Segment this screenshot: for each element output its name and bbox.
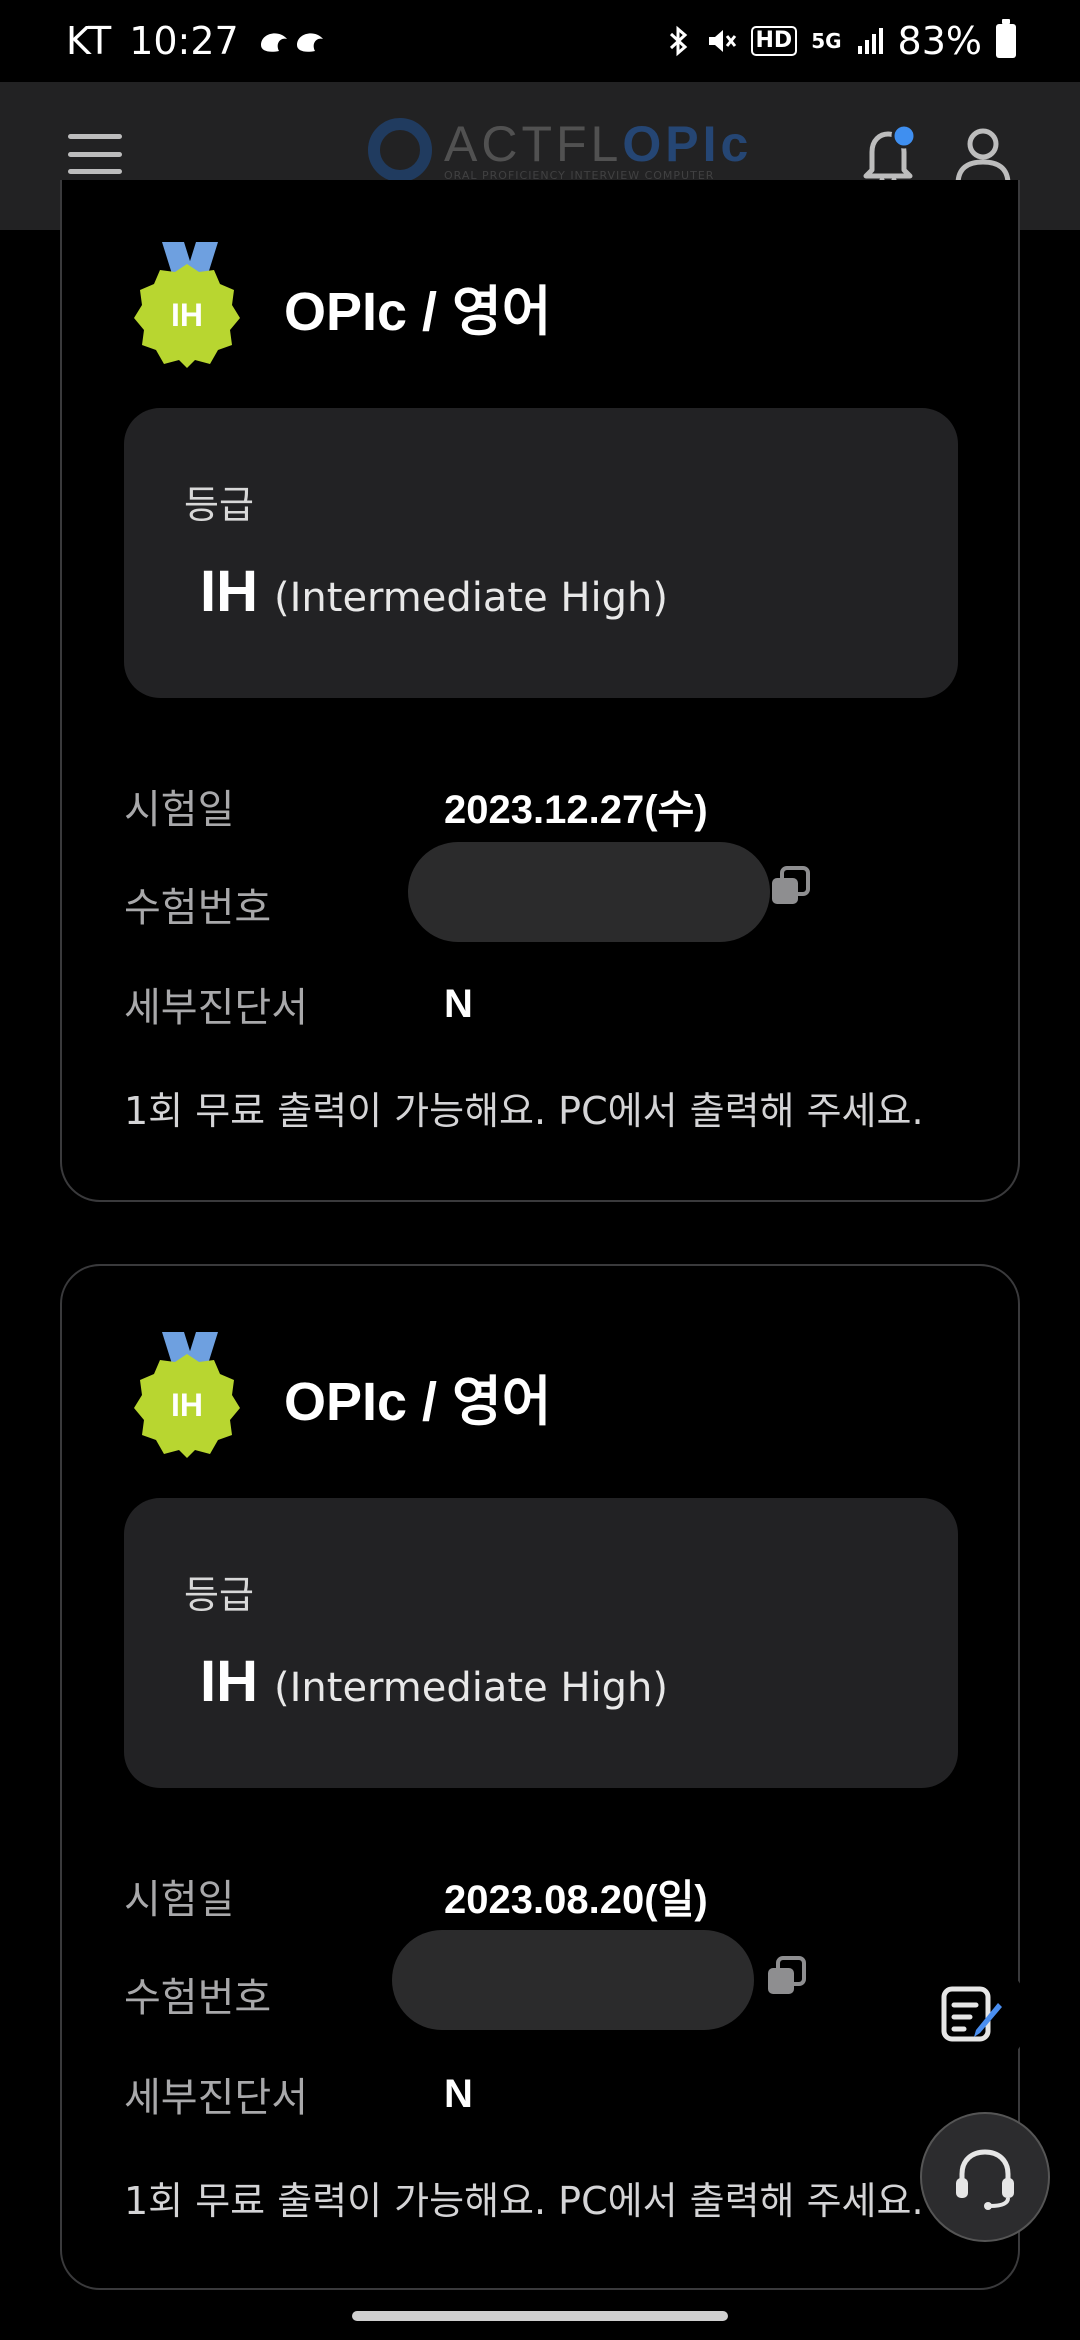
grade-code: IH xyxy=(200,1649,258,1714)
menu-icon-bar xyxy=(68,169,122,174)
print-note: 1회 무료 출력이 가능해요. PC에서 출력해 주세요. xyxy=(124,2179,924,2223)
battery-icon xyxy=(996,19,1016,58)
medal-label: IH xyxy=(171,296,203,333)
exam-date-value: 2023.12.27(수) xyxy=(444,788,708,832)
logo-text-b: OPIc xyxy=(622,115,753,172)
grade-medal: IH xyxy=(132,1332,248,1460)
redacted-exam-number xyxy=(408,842,770,942)
medal-label: IH xyxy=(171,1386,203,1423)
logo-word: ACTFLOPIc xyxy=(444,119,752,169)
exam-date-label: 시험일 xyxy=(124,1877,235,1923)
grade-value: IH (Intermediate High) xyxy=(200,1648,668,1715)
grade-code: IH xyxy=(200,559,258,624)
user-profile-icon[interactable] xyxy=(952,124,1014,188)
network-type: 5G xyxy=(811,29,842,53)
status-left: KT 10:27 xyxy=(66,19,333,63)
report-label: 세부진단서 xyxy=(124,2075,308,2121)
exam-date-row: 시험일 2023.12.27(수) xyxy=(124,776,964,836)
logo-text-a: ACTFL xyxy=(444,115,623,172)
mute-icon xyxy=(708,30,736,52)
headset-icon xyxy=(956,2149,1014,2210)
bluetooth-icon xyxy=(669,25,687,57)
card-header: IH OPIc / 영어 xyxy=(132,1332,551,1460)
result-card: IH OPIc / 영어 등급 IH (Intermediate High) 시… xyxy=(60,1264,1020,2290)
actfl-opic-logo[interactable]: ACTFLOPIc ORAL PROFICIENCY INTERVIEW COM… xyxy=(368,118,752,182)
signal-icon xyxy=(857,28,883,54)
status-bar: KT 10:27 HD 5G 83% xyxy=(0,0,1080,82)
status-right: HD 5G 83% xyxy=(667,19,1016,63)
card-title: OPIc / 영어 xyxy=(284,1371,552,1432)
grade-value: IH (Intermediate High) xyxy=(200,558,668,625)
card-header: IH OPIc / 영어 xyxy=(132,242,551,370)
card-title: OPIc / 영어 xyxy=(284,281,552,342)
exam-number-label: 수험번호 xyxy=(124,885,272,931)
grade-label: 등급 xyxy=(184,1573,254,1617)
report-label: 세부진단서 xyxy=(124,985,308,1031)
result-card: IH OPIc / 영어 등급 IH (Intermediate High) 시… xyxy=(60,180,1020,1202)
copy-icon[interactable] xyxy=(768,864,814,910)
battery-percent: 83% xyxy=(897,19,982,63)
menu-icon-bar xyxy=(68,134,122,139)
write-review-button[interactable] xyxy=(920,1960,1030,2070)
home-indicator[interactable] xyxy=(352,2311,728,2321)
grade-medal: IH xyxy=(132,242,248,370)
report-row: 세부진단서 N xyxy=(124,974,964,1034)
clock: 10:27 xyxy=(129,19,239,63)
menu-button[interactable] xyxy=(68,126,122,182)
grade-description: (Intermediate High) xyxy=(274,1665,668,1711)
logo-mark-icon xyxy=(368,118,432,182)
report-row: 세부진단서 N xyxy=(124,2064,964,2124)
grade-label: 등급 xyxy=(184,483,254,527)
redacted-exam-number xyxy=(392,1930,754,2030)
report-value: N xyxy=(444,981,473,1026)
grade-box: 등급 IH (Intermediate High) xyxy=(124,408,958,698)
exam-date-value: 2023.08.20(일) xyxy=(444,1878,708,1922)
edit-note-icon xyxy=(941,1986,1002,2042)
exam-date-label: 시험일 xyxy=(124,787,235,833)
copy-icon[interactable] xyxy=(764,1954,810,2000)
report-value: N xyxy=(444,2071,473,2116)
cloud-sync-icon xyxy=(260,33,323,52)
grade-description: (Intermediate High) xyxy=(274,575,668,621)
grade-box: 등급 IH (Intermediate High) xyxy=(124,1498,958,1788)
print-note: 1회 무료 출력이 가능해요. PC에서 출력해 주세요. xyxy=(124,1089,924,1133)
customer-support-button[interactable] xyxy=(920,2112,1050,2242)
hd-badge: HD xyxy=(750,26,798,56)
carrier: KT xyxy=(66,19,112,63)
menu-icon-bar xyxy=(68,151,122,157)
exam-date-row: 시험일 2023.08.20(일) xyxy=(124,1866,964,1926)
